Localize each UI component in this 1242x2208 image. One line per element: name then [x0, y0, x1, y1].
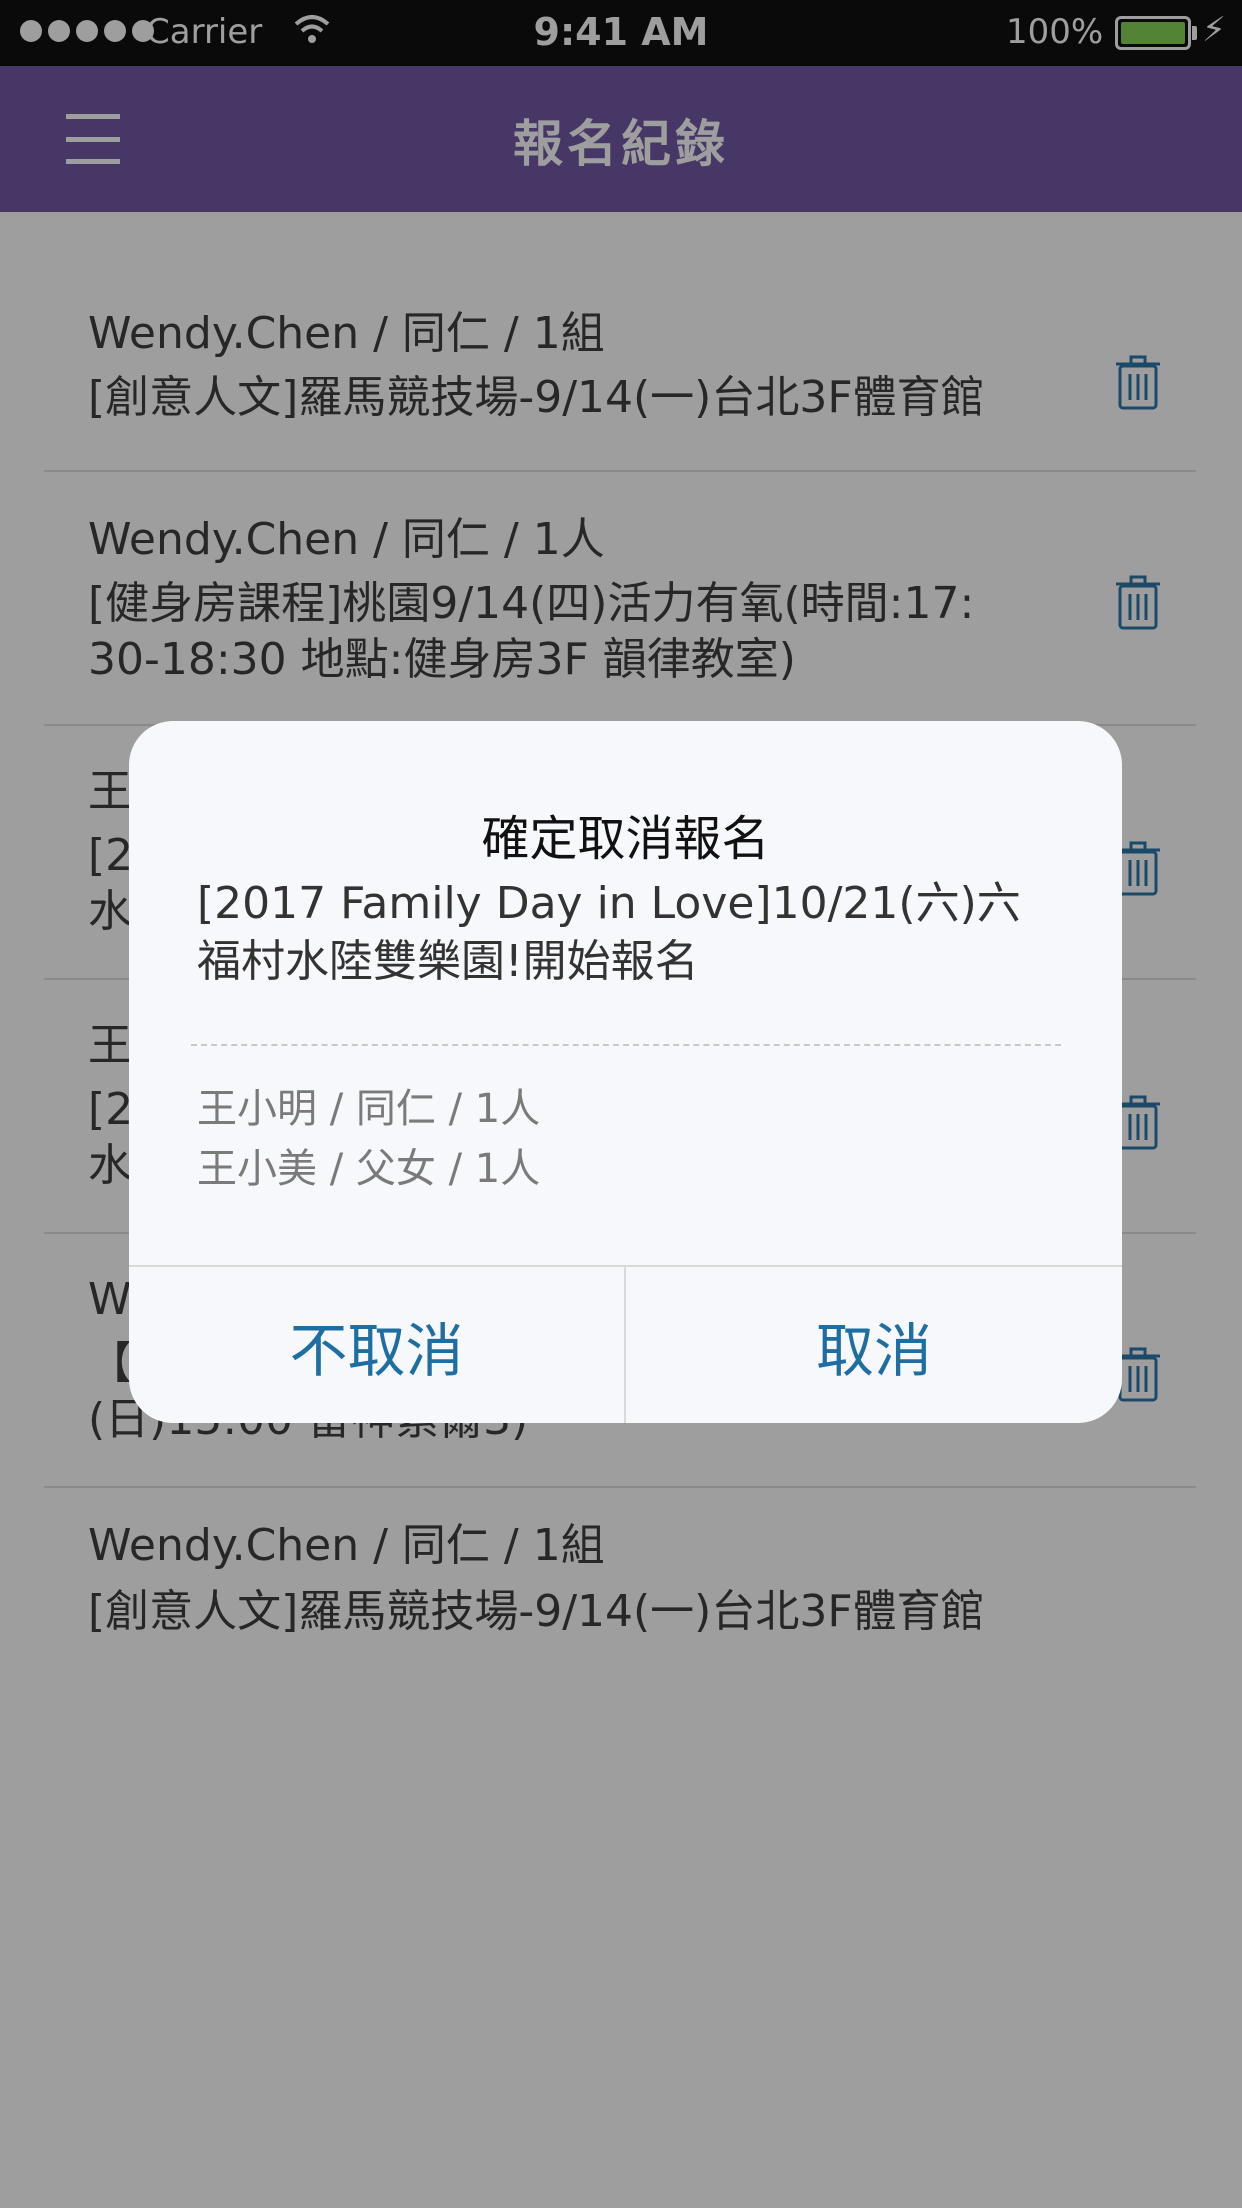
dialog-registrant: 王小明 / 同仁 / 1人 [197, 1086, 541, 1132]
dialog-registrant: 王小美 / 父女 / 1人 [197, 1146, 541, 1192]
dialog-actions: 不取消 取消 [129, 1265, 1122, 1423]
dialog-title: 確定取消報名 [481, 811, 770, 867]
keep-registration-button[interactable]: 不取消 [129, 1267, 626, 1423]
confirm-cancel-button[interactable]: 取消 [626, 1267, 1122, 1423]
dialog-event-name: [2017 Family Day in Love]10/21(六)六福村水陸雙樂… [197, 878, 1021, 987]
cancel-registration-dialog: 確定取消報名 [2017 Family Day in Love]10/21(六)… [129, 721, 1122, 1423]
dashed-divider [191, 1044, 1061, 1046]
